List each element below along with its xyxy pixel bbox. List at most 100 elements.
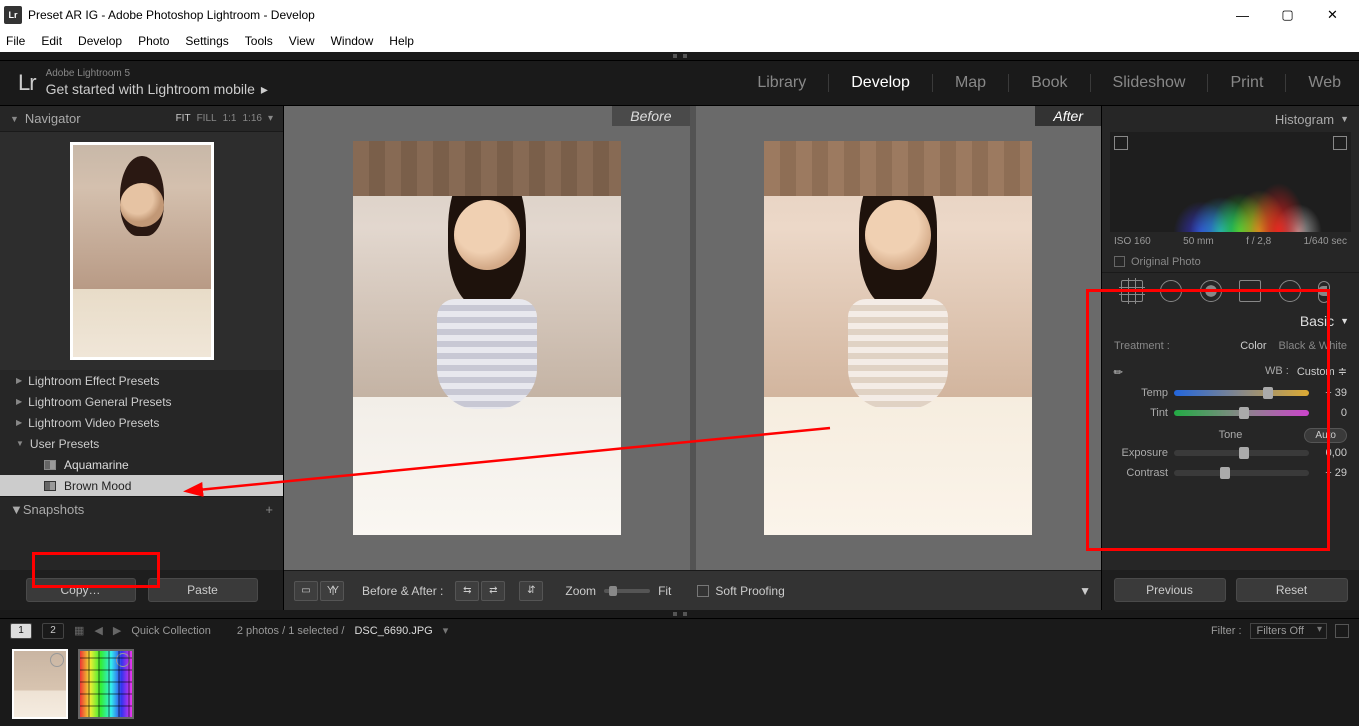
- filter-dropdown[interactable]: Filters Off: [1250, 623, 1327, 639]
- exposure-value[interactable]: 0,00: [1315, 447, 1347, 459]
- highlight-clipping-indicator[interactable]: [1333, 136, 1347, 150]
- collection-label[interactable]: Quick Collection: [131, 625, 210, 637]
- tint-slider[interactable]: [1174, 410, 1309, 416]
- module-library[interactable]: Library: [757, 74, 806, 92]
- original-photo-checkbox[interactable]: [1114, 256, 1125, 267]
- previous-button[interactable]: Previous: [1114, 578, 1226, 602]
- reset-button[interactable]: Reset: [1236, 578, 1348, 602]
- filmstrip[interactable]: [0, 642, 1359, 726]
- maximize-button[interactable]: ▢: [1265, 0, 1310, 30]
- loupe-view-button[interactable]: ▭: [294, 581, 318, 601]
- before-after-view-button[interactable]: Y|Y: [320, 581, 344, 601]
- bottom-panel-grip[interactable]: [0, 610, 1359, 618]
- preset-group[interactable]: ▶Lightroom Video Presets: [0, 412, 283, 433]
- zoom-fit[interactable]: FIT: [176, 113, 191, 124]
- zoom-fill[interactable]: FILL: [197, 113, 217, 124]
- copy-before-to-after-button[interactable]: ⇄: [481, 581, 505, 601]
- snapshots-header[interactable]: ▼ Snapshots +: [0, 496, 283, 522]
- menu-photo[interactable]: Photo: [138, 34, 169, 48]
- menu-view[interactable]: View: [289, 34, 315, 48]
- histogram-info: ISO 160 50 mm f / 2,8 1/640 sec: [1102, 232, 1359, 251]
- preset-item-label: Aquamarine: [64, 458, 129, 472]
- shadow-clipping-indicator[interactable]: [1114, 136, 1128, 150]
- center-panel: Before After ▭ Y|Y Before & After : ⇆ ⇄: [284, 106, 1101, 610]
- second-display-button[interactable]: 2: [42, 623, 64, 639]
- exposure-slider-row: Exposure 0,00: [1102, 443, 1359, 463]
- paste-button[interactable]: Paste: [148, 578, 258, 602]
- swap-before-after-button[interactable]: ⇆: [455, 581, 479, 601]
- treatment-row: Treatment : Color Black & White: [1102, 333, 1359, 359]
- module-slideshow[interactable]: Slideshow: [1113, 74, 1186, 92]
- treatment-bw-button[interactable]: Black & White: [1279, 340, 1347, 352]
- thumb-badge-icon: [50, 653, 64, 667]
- copy-button[interactable]: Copy…: [26, 578, 136, 602]
- histogram[interactable]: [1110, 132, 1351, 232]
- menu-window[interactable]: Window: [331, 34, 374, 48]
- menu-settings[interactable]: Settings: [185, 34, 228, 48]
- module-map[interactable]: Map: [955, 74, 986, 92]
- auto-tone-button[interactable]: Auto: [1304, 428, 1347, 443]
- graduated-filter-tool-icon[interactable]: [1239, 280, 1261, 302]
- grid-icon[interactable]: ▦: [74, 624, 84, 637]
- chevron-down-icon[interactable]: ▾: [443, 624, 449, 637]
- menu-develop[interactable]: Develop: [78, 34, 122, 48]
- module-book[interactable]: Book: [1031, 74, 1067, 92]
- main-display-button[interactable]: 1: [10, 623, 32, 639]
- original-photo-row[interactable]: Original Photo: [1102, 251, 1359, 273]
- wb-dropdown[interactable]: Custom ≑: [1297, 365, 1347, 378]
- copy-settings-button[interactable]: ⇵: [519, 581, 543, 601]
- module-web[interactable]: Web: [1308, 74, 1341, 92]
- toolbar-menu-button[interactable]: ▼: [1079, 584, 1091, 598]
- tint-slider-row: Tint 0: [1102, 403, 1359, 423]
- zoom-ratio[interactable]: 1:16: [243, 113, 262, 124]
- treatment-color-button[interactable]: Color: [1240, 340, 1266, 352]
- exposure-slider[interactable]: [1174, 450, 1309, 456]
- contrast-value[interactable]: − 29: [1315, 467, 1347, 479]
- before-photo[interactable]: [353, 141, 621, 535]
- histogram-header[interactable]: Histogram ▼: [1102, 106, 1359, 132]
- contrast-slider[interactable]: [1174, 470, 1309, 476]
- soft-proofing-checkbox[interactable]: [697, 585, 709, 597]
- preset-item-brown-mood[interactable]: Brown Mood: [0, 475, 283, 496]
- crop-tool-icon[interactable]: [1121, 280, 1143, 302]
- navigator-preview[interactable]: [0, 132, 283, 370]
- filter-lock-icon[interactable]: [1335, 624, 1349, 638]
- minimize-button[interactable]: —: [1220, 0, 1265, 30]
- temp-slider[interactable]: [1174, 390, 1309, 396]
- menu-help[interactable]: Help: [389, 34, 414, 48]
- adjustment-brush-tool-icon[interactable]: [1318, 286, 1340, 296]
- tint-value[interactable]: 0: [1315, 407, 1347, 419]
- zoom-1to1[interactable]: 1:1: [223, 113, 237, 124]
- spot-removal-tool-icon[interactable]: [1160, 280, 1182, 302]
- preset-group[interactable]: ▶Lightroom Effect Presets: [0, 370, 283, 391]
- close-button[interactable]: ✕: [1310, 0, 1355, 30]
- menu-edit[interactable]: Edit: [41, 34, 62, 48]
- preset-group[interactable]: ▶Lightroom General Presets: [0, 391, 283, 412]
- basic-panel-header[interactable]: Basic ▼: [1102, 309, 1359, 333]
- contrast-slider-row: Contrast − 29: [1102, 463, 1359, 483]
- after-photo[interactable]: [764, 141, 1032, 535]
- nav-fwd-icon[interactable]: ▶: [113, 624, 121, 637]
- identity-line1: Adobe Lightroom 5: [46, 67, 268, 80]
- identity-line2[interactable]: Get started with Lightroom mobile: [46, 80, 255, 98]
- menu-tools[interactable]: Tools: [245, 34, 273, 48]
- preset-group-user[interactable]: ▼User Presets: [0, 433, 283, 454]
- zoom-slider[interactable]: [604, 589, 650, 593]
- redeye-tool-icon[interactable]: [1200, 280, 1222, 302]
- thumbnail[interactable]: [78, 649, 134, 719]
- navigator-header[interactable]: ▼ Navigator FIT FILL 1:1 1:16 ▾: [0, 106, 283, 132]
- module-develop[interactable]: Develop: [851, 74, 910, 92]
- add-snapshot-button[interactable]: +: [265, 502, 273, 517]
- radial-filter-tool-icon[interactable]: [1279, 280, 1301, 302]
- preset-item-aquamarine[interactable]: Aquamarine: [0, 454, 283, 475]
- wb-dropper-icon[interactable]: ✎: [1111, 360, 1134, 383]
- top-panel-grip[interactable]: [0, 52, 1359, 60]
- chevron-down-icon[interactable]: ▾: [268, 113, 273, 124]
- module-print[interactable]: Print: [1230, 74, 1263, 92]
- temp-value[interactable]: + 39: [1315, 387, 1347, 399]
- menu-file[interactable]: File: [6, 34, 25, 48]
- thumbnail-selected[interactable]: [12, 649, 68, 719]
- nav-back-icon[interactable]: ◀: [94, 624, 102, 637]
- tone-section-header: Tone Auto: [1102, 423, 1359, 443]
- thumb-badge-icon: [116, 653, 130, 667]
